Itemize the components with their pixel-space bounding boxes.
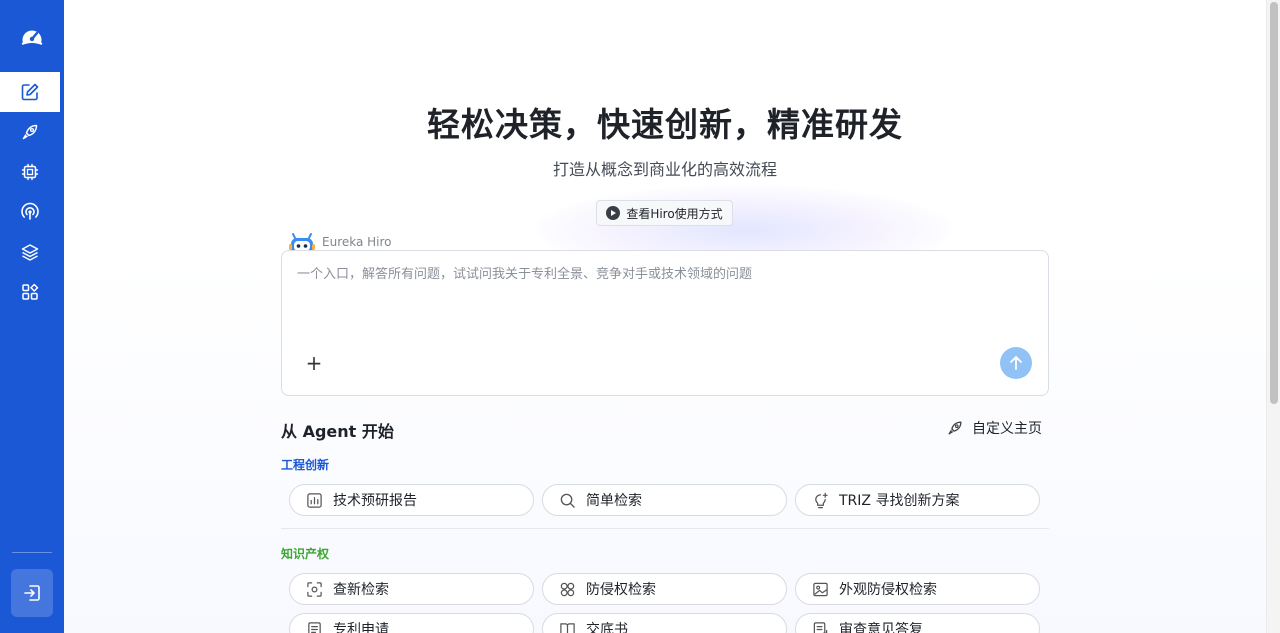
broadcast-icon — [21, 202, 39, 220]
agent-chip-novelty-search[interactable]: 查新检索 — [289, 573, 534, 605]
send-button[interactable] — [1000, 347, 1032, 379]
agents-heading: 从 Agent 开始 — [281, 422, 394, 441]
book-icon — [560, 622, 575, 633]
report-icon — [307, 492, 322, 508]
logout-icon — [24, 585, 40, 601]
apps-icon — [22, 283, 39, 300]
scan-icon — [307, 581, 322, 597]
agent-chip-tech-report[interactable]: 技术预研报告 — [289, 484, 534, 516]
group-label-ip: 知识产权 — [281, 547, 330, 561]
chat-input[interactable] — [297, 263, 1027, 333]
sidebar-item-rocket[interactable] — [0, 112, 60, 152]
agent-chip-label: 审查意见答复 — [839, 622, 923, 633]
agent-chip-label: 防侵权检索 — [586, 582, 656, 598]
sidebar-item-broadcast[interactable] — [0, 192, 60, 232]
chip-icon — [21, 163, 39, 181]
edit-icon — [21, 83, 39, 101]
sidebar-item-chip[interactable] — [0, 152, 60, 192]
sidebar-divider — [12, 552, 52, 553]
logout-button[interactable] — [11, 569, 53, 617]
agent-chip-label: 专利申请 — [333, 622, 389, 633]
section-divider — [281, 528, 1049, 529]
agent-chip-patent-application[interactable]: 专利申请 — [289, 613, 534, 633]
play-icon — [606, 206, 621, 220]
watch-video-button[interactable]: 查看Hiro使用方式 — [596, 200, 733, 226]
idea-icon — [815, 492, 828, 508]
sidebar-item-edit[interactable] — [0, 72, 60, 112]
search-icon — [560, 493, 575, 508]
agent-chip-fto-search[interactable]: 防侵权检索 — [542, 573, 787, 605]
chat-box: + — [281, 250, 1049, 396]
scrollbar-thumb[interactable] — [1270, 2, 1278, 404]
scrollbar[interactable] — [1266, 0, 1280, 633]
document-icon — [308, 621, 321, 633]
agent-chip-triz[interactable]: TRIZ 寻找创新方案 — [795, 484, 1040, 516]
rocket-icon — [948, 421, 962, 435]
reply-icon — [813, 621, 828, 633]
main-content: 轻松决策，快速创新，精准研发 打造从概念到商业化的高效流程 查看Hiro使用方式… — [64, 0, 1266, 633]
customize-home-button[interactable]: 自定义主页 — [946, 418, 1042, 438]
agent-chip-label: 查新检索 — [333, 582, 389, 598]
sidebar-item-apps[interactable] — [0, 272, 60, 312]
agent-chip-simple-search[interactable]: 简单检索 — [542, 484, 787, 516]
agent-chip-label: 技术预研报告 — [333, 493, 417, 509]
assistant-name: Eureka Hiro — [322, 235, 392, 249]
logo-icon[interactable] — [0, 16, 64, 56]
sidebar — [0, 0, 64, 633]
layers-icon — [21, 244, 39, 261]
link-icon — [560, 582, 575, 596]
agent-chip-design-fto-search[interactable]: 外观防侵权检索 — [795, 573, 1040, 605]
sidebar-item-layers[interactable] — [0, 232, 60, 272]
agent-chip-label: 简单检索 — [586, 493, 642, 509]
watch-video-label: 查看Hiro使用方式 — [626, 206, 723, 221]
agent-chip-office-action-reply[interactable]: 审查意见答复 — [795, 613, 1040, 633]
agent-chip-label: 交底书 — [586, 622, 628, 633]
customize-home-label: 自定义主页 — [972, 421, 1042, 437]
page-subtitle: 打造从概念到商业化的高效流程 — [552, 160, 777, 179]
group-label-engineering: 工程创新 — [281, 458, 330, 472]
agent-chip-disclosure[interactable]: 交底书 — [542, 613, 787, 633]
page-title: 轻松决策，快速创新，精准研发 — [427, 105, 903, 144]
rocket-icon — [22, 124, 38, 140]
agent-chip-label: 外观防侵权检索 — [839, 582, 937, 598]
arrow-up-icon — [1010, 356, 1022, 370]
attach-button[interactable]: + — [304, 351, 324, 375]
image-icon — [813, 582, 828, 596]
agent-chip-label: TRIZ 寻找创新方案 — [839, 493, 960, 509]
